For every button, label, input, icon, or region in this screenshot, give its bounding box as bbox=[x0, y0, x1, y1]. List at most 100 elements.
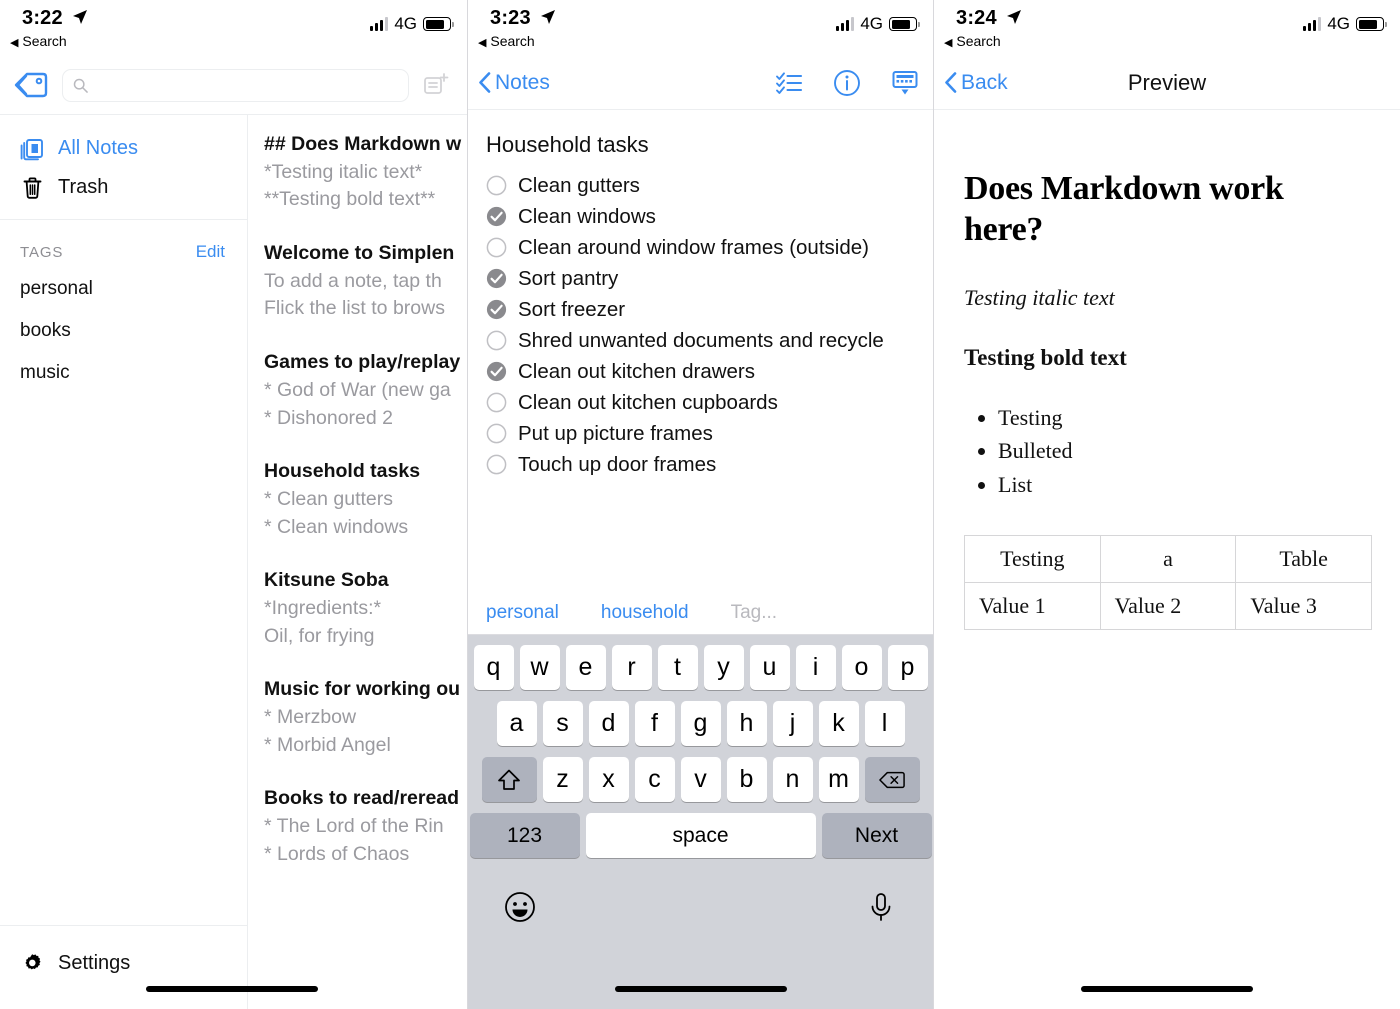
checklist-row[interactable]: Clean out kitchen cupboards bbox=[486, 387, 923, 418]
checklist-row[interactable]: Clean gutters bbox=[486, 170, 923, 201]
note-tag-household[interactable]: household bbox=[601, 602, 689, 624]
key-o[interactable]: o bbox=[841, 645, 882, 690]
key-j[interactable]: j bbox=[772, 701, 813, 746]
key-b[interactable]: b bbox=[726, 757, 767, 802]
tag-icon[interactable] bbox=[14, 70, 48, 100]
checklist-row[interactable]: Touch up door frames bbox=[486, 449, 923, 480]
sidebar-item-trash[interactable]: Trash bbox=[0, 168, 247, 207]
status-back-link[interactable]: ◀ Search bbox=[10, 33, 67, 49]
backspace-key[interactable] bbox=[864, 757, 920, 802]
checkbox-unchecked-icon[interactable] bbox=[486, 237, 507, 258]
key-g[interactable]: g bbox=[680, 701, 721, 746]
note-list-item[interactable]: Music for working ou * Merzbow * Morbid … bbox=[264, 676, 467, 759]
space-key[interactable]: space bbox=[585, 813, 816, 858]
note-heading[interactable]: Household tasks bbox=[468, 110, 933, 170]
checklist-row[interactable]: Shred unwanted documents and recycle bbox=[486, 325, 923, 356]
sidebar-tag-personal[interactable]: personal bbox=[0, 268, 247, 310]
add-tag-input[interactable]: Tag... bbox=[731, 602, 777, 624]
shift-key[interactable] bbox=[481, 757, 537, 802]
key-m[interactable]: m bbox=[818, 757, 859, 802]
checklist-row[interactable]: Put up picture frames bbox=[486, 418, 923, 449]
key-e[interactable]: e bbox=[565, 645, 606, 690]
note-list-item[interactable]: Kitsune Soba *Ingredients:* Oil, for fry… bbox=[264, 567, 467, 650]
key-f[interactable]: f bbox=[634, 701, 675, 746]
sidebar-tag-books[interactable]: books bbox=[0, 310, 247, 352]
note-tag-personal[interactable]: personal bbox=[486, 602, 559, 624]
note-list-item[interactable]: Welcome to Simplen To add a note, tap th… bbox=[264, 240, 467, 323]
status-back-link[interactable]: ◀ Search bbox=[478, 33, 535, 49]
keyboard-row-1: q w e r t y u i o p bbox=[468, 645, 933, 690]
key-c[interactable]: c bbox=[634, 757, 675, 802]
tags-edit-button[interactable]: Edit bbox=[196, 242, 225, 262]
search-box[interactable] bbox=[62, 68, 409, 102]
key-y[interactable]: y bbox=[703, 645, 744, 690]
numbers-key[interactable]: 123 bbox=[469, 813, 580, 858]
note-list-item[interactable]: Household tasks * Clean gutters * Clean … bbox=[264, 458, 467, 541]
checkbox-checked-icon[interactable] bbox=[486, 268, 507, 289]
table-header-row: Testing a Table bbox=[964, 535, 1372, 584]
checkbox-unchecked-icon[interactable] bbox=[486, 175, 507, 196]
note-title: Household tasks bbox=[264, 460, 421, 483]
checklist-row[interactable]: Clean out kitchen drawers bbox=[486, 356, 923, 387]
key-r[interactable]: r bbox=[611, 645, 652, 690]
key-d[interactable]: d bbox=[588, 701, 629, 746]
keyboard-row-3: z x c v b n m bbox=[468, 757, 933, 802]
sidebar: All Notes Trash TAGS Edit personal books… bbox=[0, 115, 248, 1009]
key-t[interactable]: t bbox=[657, 645, 698, 690]
checkbox-unchecked-icon[interactable] bbox=[486, 423, 507, 444]
key-i[interactable]: i bbox=[795, 645, 836, 690]
checklist-row[interactable]: Clean around window frames (outside) bbox=[486, 232, 923, 263]
checkbox-unchecked-icon[interactable] bbox=[486, 392, 507, 413]
checklist-label: Touch up door frames bbox=[518, 452, 717, 476]
home-indicator[interactable] bbox=[146, 986, 318, 992]
back-button[interactable]: Back bbox=[944, 71, 1008, 95]
hide-keyboard-icon[interactable] bbox=[891, 69, 919, 97]
next-key[interactable]: Next bbox=[821, 813, 932, 858]
microphone-icon[interactable] bbox=[865, 891, 897, 923]
search-input[interactable] bbox=[95, 76, 398, 94]
note-list-item[interactable]: Books to read/reread * The Lord of the R… bbox=[264, 785, 467, 868]
signal-icon bbox=[1303, 17, 1322, 31]
sidebar-item-settings[interactable]: Settings bbox=[0, 944, 247, 983]
list-body: All Notes Trash TAGS Edit personal books… bbox=[0, 114, 467, 1009]
note-list-item[interactable]: ## Does Markdown w *Testing italic text*… bbox=[264, 131, 467, 214]
checkbox-checked-icon[interactable] bbox=[486, 206, 507, 227]
checklist-row[interactable]: Sort pantry bbox=[486, 263, 923, 294]
checkbox-unchecked-icon[interactable] bbox=[486, 454, 507, 475]
emoji-icon[interactable] bbox=[504, 891, 536, 923]
sidebar-tag-music[interactable]: music bbox=[0, 352, 247, 394]
note-preview-line: *Testing italic text* bbox=[264, 160, 423, 183]
new-note-icon[interactable] bbox=[423, 72, 449, 98]
note-list[interactable]: ## Does Markdown w *Testing italic text*… bbox=[248, 115, 467, 1009]
status-back-link[interactable]: ◀ Search bbox=[944, 33, 1001, 49]
info-icon[interactable] bbox=[833, 69, 861, 97]
home-indicator[interactable] bbox=[1081, 986, 1253, 992]
home-indicator[interactable] bbox=[614, 986, 787, 992]
key-q[interactable]: q bbox=[473, 645, 514, 690]
key-h[interactable]: h bbox=[726, 701, 767, 746]
checklist-row[interactable]: Sort freezer bbox=[486, 294, 923, 325]
key-u[interactable]: u bbox=[749, 645, 790, 690]
key-n[interactable]: n bbox=[772, 757, 813, 802]
key-w[interactable]: w bbox=[519, 645, 560, 690]
key-z[interactable]: z bbox=[542, 757, 583, 802]
keyboard-footer bbox=[468, 869, 933, 923]
key-a[interactable]: a bbox=[496, 701, 537, 746]
key-l[interactable]: l bbox=[864, 701, 905, 746]
key-k[interactable]: k bbox=[818, 701, 859, 746]
sidebar-item-all-notes[interactable]: All Notes bbox=[0, 129, 247, 168]
battery-icon bbox=[889, 17, 920, 31]
location-arrow-icon bbox=[541, 10, 555, 24]
key-x[interactable]: x bbox=[588, 757, 629, 802]
key-s[interactable]: s bbox=[542, 701, 583, 746]
note-list-item[interactable]: Games to play/replay * God of War (new g… bbox=[264, 349, 467, 432]
checkbox-checked-icon[interactable] bbox=[486, 299, 507, 320]
back-to-notes-button[interactable]: Notes bbox=[478, 71, 550, 95]
checkbox-checked-icon[interactable] bbox=[486, 361, 507, 382]
checkbox-unchecked-icon[interactable] bbox=[486, 330, 507, 351]
checklist-row[interactable]: Clean windows bbox=[486, 201, 923, 232]
key-p[interactable]: p bbox=[887, 645, 928, 690]
status-time: 3:24 bbox=[956, 7, 997, 29]
checklist-icon[interactable] bbox=[775, 69, 803, 97]
key-v[interactable]: v bbox=[680, 757, 721, 802]
